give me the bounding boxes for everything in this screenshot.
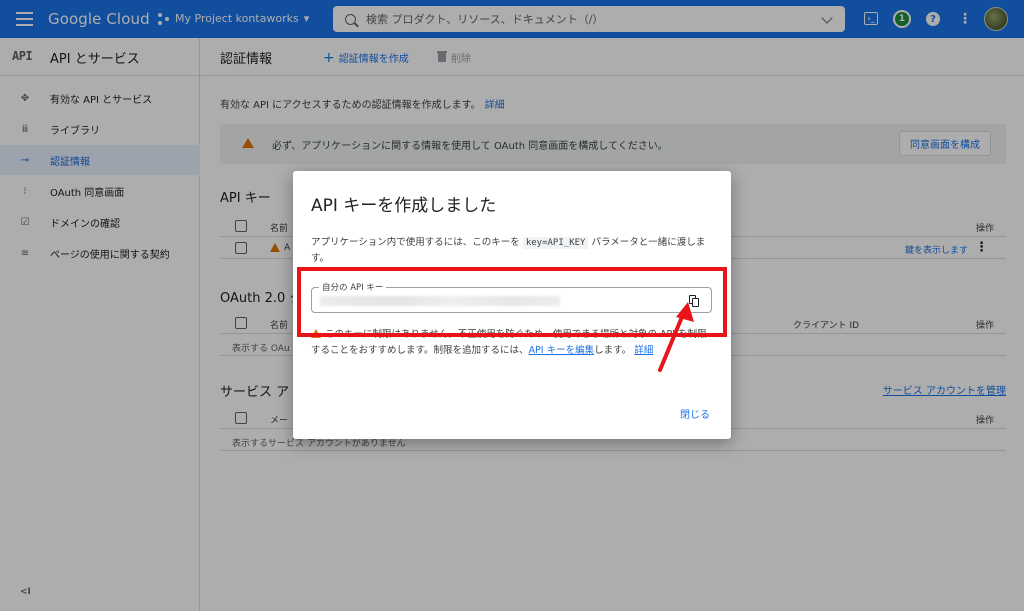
close-button[interactable]: 閉じる xyxy=(680,406,710,421)
annotation-arrow xyxy=(658,302,694,372)
dialog-title: API キーを作成しました xyxy=(311,196,497,216)
dialog-description: アプリケーション内で使用するには、このキーを key=API_KEY パラメータ… xyxy=(311,235,716,266)
description-text: アプリケーション内で使用するには、このキーを xyxy=(311,237,523,248)
key-param-code: key=API_KEY xyxy=(522,237,589,249)
edit-api-key-link[interactable]: API キーを編集 xyxy=(529,345,595,356)
warning-text-end: します。 xyxy=(594,345,632,356)
